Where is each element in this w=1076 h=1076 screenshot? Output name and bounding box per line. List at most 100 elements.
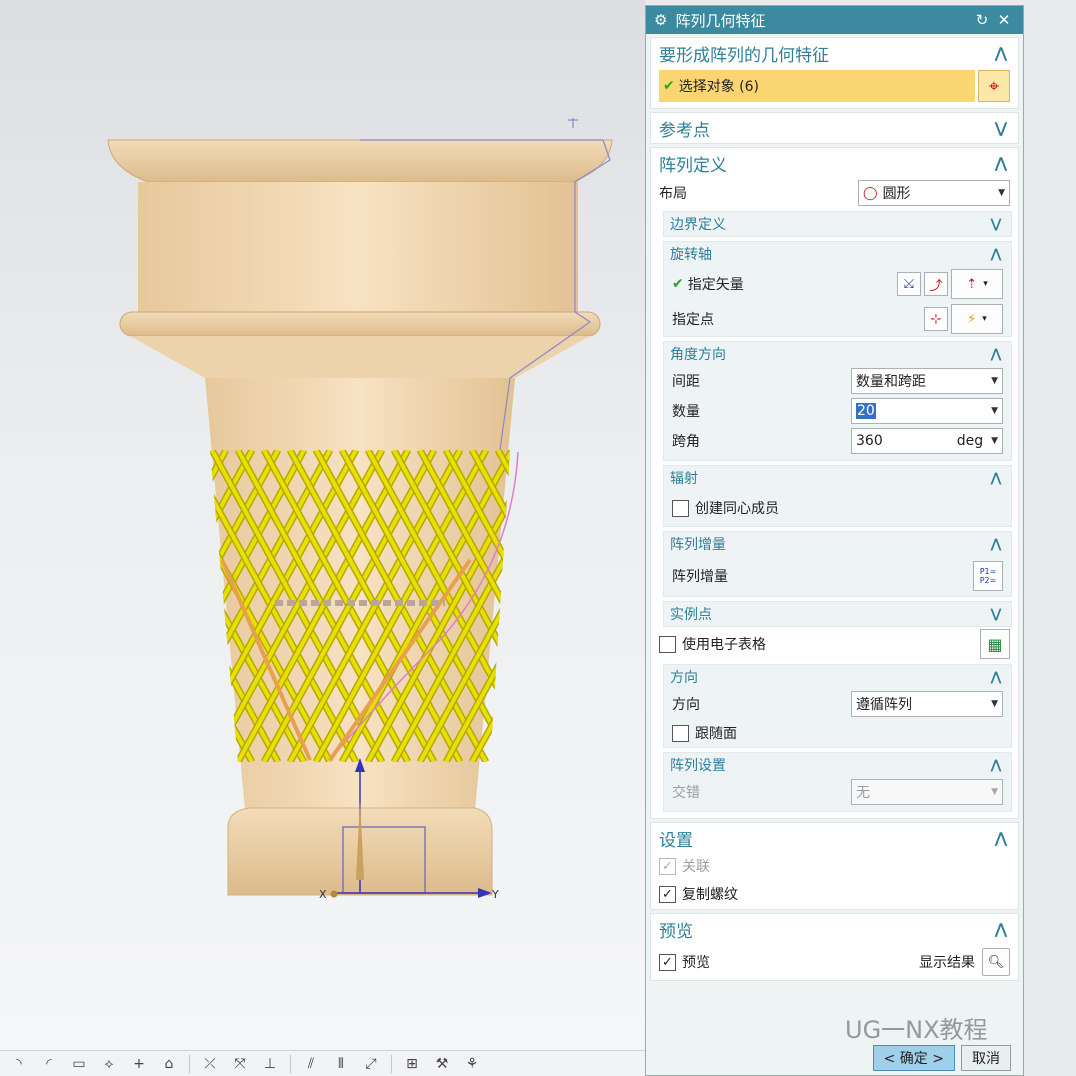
lattice-bar [0, 450, 96, 762]
close-icon[interactable]: ✕ [993, 11, 1015, 29]
chevron-down-icon[interactable]: ⋁ [987, 607, 1005, 622]
chevron-up-icon[interactable]: ⋀ [992, 920, 1010, 938]
subgroup-angle-direction-header[interactable]: 角度方向 ⋀ [664, 342, 1011, 366]
spacing-value: 数量和跨距 [856, 374, 926, 390]
chevron-down-icon[interactable]: ⋁ [992, 119, 1010, 137]
group-preview-header[interactable]: 预览 ⋀ [651, 914, 1018, 944]
increment-dialog-icon[interactable]: P1= P2= [973, 561, 1003, 591]
subgroup-rotation-axis-header[interactable]: 旋转轴 ⋀ [664, 242, 1011, 266]
lattice-bar-shadow [576, 450, 645, 762]
corner-icon[interactable]: ⊥ [257, 1053, 283, 1075]
show-result-label: 显示结果 [919, 955, 975, 971]
chevron-up-icon[interactable]: ⋀ [987, 670, 1005, 685]
use-spreadsheet-checkbox[interactable] [659, 635, 676, 653]
inference-icon[interactable]: ⚘ [459, 1053, 485, 1075]
lightning-icon: ⚡ [967, 311, 977, 327]
point-icon[interactable]: + [126, 1053, 152, 1075]
subgroup-boundary-header[interactable]: 边界定义 ⋁ [664, 212, 1011, 236]
subgroup-radiate-header[interactable]: 辐射 ⋀ [664, 466, 1011, 490]
lattice-bar [0, 450, 44, 762]
group-pattern-definition-header[interactable]: 阵列定义 ⋀ [651, 148, 1018, 178]
vector-inference-dropdown[interactable]: ⇡ ▾ [951, 269, 1003, 299]
chevron-up-icon[interactable]: ⋀ [987, 758, 1005, 773]
point-inference-dropdown[interactable]: ⚡ ▾ [951, 304, 1003, 334]
subgroup-pattern-settings: 阵列设置 ⋀ 交错 无 ▼ [663, 752, 1012, 812]
count-label: 数量 [672, 404, 700, 420]
lattice-bar-shadow [494, 450, 510, 762]
point-dialog-icon[interactable]: ⊹ [924, 307, 948, 331]
dropdown-arrow-icon: ▾ [983, 279, 988, 289]
group-settings-header[interactable]: 设置 ⋀ [651, 823, 1018, 853]
subgroup-increment: 阵列增量 ⋀ 阵列增量 P1= P2= [663, 531, 1012, 597]
polyline-icon[interactable]: ⟡ [96, 1053, 122, 1075]
subgroup-pattern-settings-header[interactable]: 阵列设置 ⋀ [664, 753, 1011, 777]
lattice-bar-shadow [0, 450, 122, 762]
graphics-viewport[interactable]: X Y [0, 0, 645, 1050]
specify-point-label: 指定点 [672, 312, 714, 328]
chevron-up-icon[interactable]: ⋀ [987, 471, 1005, 486]
copy-threads-checkbox[interactable]: ✓ [659, 885, 676, 903]
group-reference-header[interactable]: 参考点 ⋁ [651, 113, 1018, 143]
chevron-up-icon[interactable]: ⋀ [987, 537, 1005, 552]
dialog-title-bar[interactable]: ⚙ 阵列几何特征 ↻ ✕ [646, 6, 1023, 34]
group-preview-title: 预览 [659, 921, 693, 942]
project-icon[interactable]: ⤢ [358, 1053, 384, 1075]
select-object-field[interactable]: ✔ 选择对象 (6) [659, 70, 975, 102]
dimension-icon[interactable]: ⚒ [429, 1053, 455, 1075]
count-input[interactable]: 20 ▼ [851, 398, 1003, 424]
lattice-bar-shadow [0, 450, 96, 762]
ok-button[interactable]: < 确定 > [872, 1045, 955, 1071]
preview-checkbox[interactable]: ✓ [659, 953, 676, 971]
group-geometry-header[interactable]: 要形成阵列的几何特征 ⋀ [651, 38, 1018, 68]
chevron-up-icon[interactable]: ⋀ [992, 154, 1010, 172]
chevron-up-icon[interactable]: ⋀ [987, 247, 1005, 262]
dropdown-arrow-icon: ▼ [991, 436, 998, 446]
subgroup-orientation-header[interactable]: 方向 ⋀ [664, 665, 1011, 689]
lattice-bar [496, 450, 510, 762]
stagger-dropdown: 无 ▼ [851, 779, 1003, 805]
mirror-icon[interactable]: ⫴ [328, 1053, 354, 1075]
orientation-label: 方向 [672, 697, 700, 713]
radiate-title: 辐射 [670, 471, 698, 487]
cancel-button[interactable]: 取消 [961, 1045, 1011, 1071]
subgroup-instance-points-header[interactable]: 实例点 ⋁ [664, 602, 1011, 626]
lattice-bar-shadow [550, 450, 645, 762]
subgroup-increment-header[interactable]: 阵列增量 ⋀ [664, 532, 1011, 556]
vector-axis-icon: ⇡ [966, 276, 978, 292]
fillet-icon[interactable]: ◜ [36, 1053, 62, 1075]
offset-icon[interactable]: ⫽ [298, 1053, 324, 1075]
lattice-bar [550, 450, 645, 762]
crosshair-icon[interactable]: ⌖ [978, 70, 1010, 102]
chevron-down-icon[interactable]: ⋁ [987, 217, 1005, 232]
chevron-up-icon[interactable]: ⋀ [987, 347, 1005, 362]
lattice-bar-shadow [30, 450, 200, 762]
reset-icon[interactable]: ↻ [971, 11, 993, 29]
layout-dropdown[interactable]: ◯ 圆形 ▼ [858, 180, 1010, 206]
reverse-direction-icon[interactable]: ⤩ [897, 272, 921, 296]
watermark-text: UG一NX教程 [845, 1016, 988, 1044]
chevron-up-icon[interactable]: ⋀ [992, 829, 1010, 847]
lattice-bar [0, 450, 18, 762]
checkmark-icon: ✔ [672, 276, 684, 292]
create-concentric-checkbox[interactable] [672, 499, 689, 517]
extend-icon[interactable]: ⤧ [227, 1053, 253, 1075]
magnifier-icon[interactable]: 🔍︎ [982, 948, 1010, 976]
vector-dialog-icon[interactable]: ⤴ [924, 272, 948, 296]
rectangle-icon[interactable]: ▭ [66, 1053, 92, 1075]
spacing-dropdown[interactable]: 数量和跨距 ▼ [851, 368, 1003, 394]
orientation-dropdown[interactable]: 遵循阵列 ▼ [851, 691, 1003, 717]
span-angle-input[interactable]: 360 deg ▼ [851, 428, 1003, 454]
arc-icon[interactable]: ◝ [6, 1053, 32, 1075]
chevron-up-icon[interactable]: ⋀ [992, 44, 1010, 62]
span-angle-unit: deg [956, 433, 984, 449]
lattice-bar-shadow [550, 450, 645, 762]
dropdown-arrow-icon: ▼ [991, 787, 998, 797]
follow-face-checkbox[interactable] [672, 724, 689, 742]
shape-icon[interactable]: ⌂ [156, 1053, 182, 1075]
spreadsheet-icon[interactable]: ▦ [980, 629, 1010, 659]
group-pattern-definition: 阵列定义 ⋀ 布局 ◯ 圆形 ▼ 边界定义 ⋁ 旋转轴 ⋀ ✔ 指定矢量 ⤩ ⤴… [650, 147, 1019, 819]
use-spreadsheet-label: 使用电子表格 [682, 637, 766, 653]
constraint-icon[interactable]: ⊞ [399, 1053, 425, 1075]
dropdown-arrow-icon[interactable]: ▼ [991, 406, 998, 416]
trim-icon[interactable]: ⤫ [197, 1053, 223, 1075]
